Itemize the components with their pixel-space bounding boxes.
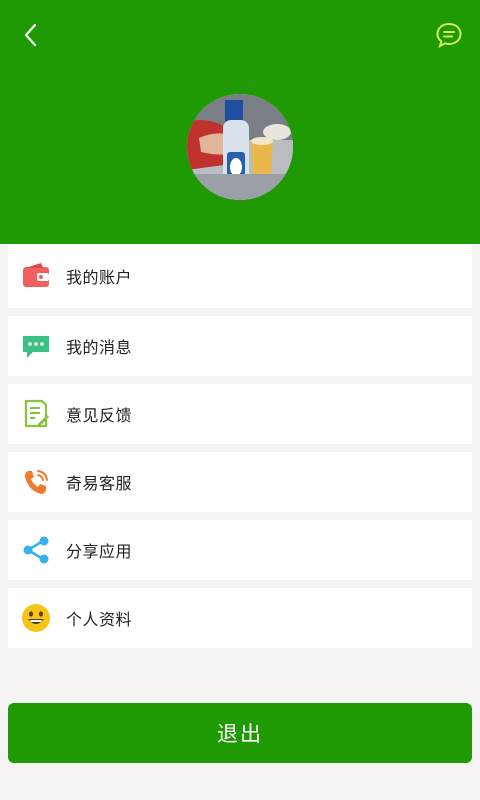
user-avatar[interactable]: [187, 94, 293, 200]
menu-item-feedback[interactable]: 意见反馈: [8, 384, 472, 444]
chat-bubble-icon: [436, 22, 462, 48]
menu-item-label: 奇易客服: [66, 474, 133, 493]
phone-icon: [21, 467, 51, 497]
menu-item-profile[interactable]: 个人资料: [8, 588, 472, 648]
message-icon: [21, 331, 51, 361]
chevron-left-icon: [24, 23, 37, 47]
feedback-icon: [21, 399, 51, 429]
menu-item-my-messages[interactable]: 我的消息: [8, 316, 472, 376]
wallet-icon: [21, 261, 51, 291]
menu-item-customer-service[interactable]: 奇易客服: [8, 452, 472, 512]
menu-item-label: 我的消息: [66, 338, 133, 357]
menu-item-label: 意见反馈: [66, 406, 133, 425]
back-button[interactable]: [14, 20, 48, 50]
share-icon: [21, 535, 51, 565]
menu-item-my-account[interactable]: 我的账户: [8, 244, 472, 308]
menu-item-label: 我的账户: [66, 268, 133, 287]
menu-item-label: 个人资料: [66, 610, 133, 629]
menu-item-share-app[interactable]: 分享应用: [8, 520, 472, 580]
avatar-photo: [187, 94, 293, 200]
menu-item-label: 分享应用: [66, 542, 133, 561]
menu-list: 我的账户 我的消息 意见反馈 奇易客服 分享应用 个人资料: [8, 244, 472, 656]
logout-button[interactable]: 退出: [8, 703, 472, 763]
smiley-icon: [21, 603, 51, 633]
message-button[interactable]: [432, 18, 466, 52]
profile-header: [0, 0, 480, 244]
